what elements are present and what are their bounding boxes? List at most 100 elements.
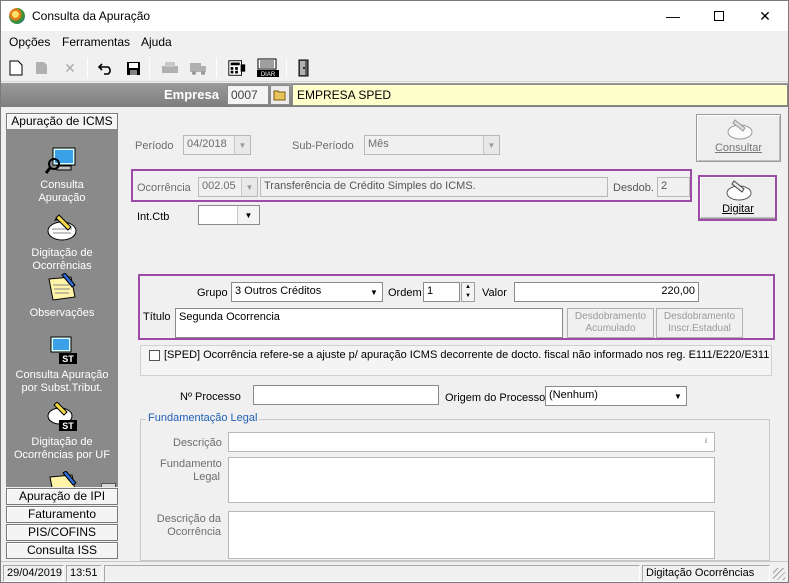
sidebar-item-label: Consulta Apuração por Subst.Tribut.: [15, 369, 109, 394]
undo-icon[interactable]: [96, 58, 116, 78]
nprocesso-label: Nº Processo: [180, 391, 241, 403]
descricao-ocorrencia-label: Descrição da Ocorrência: [156, 513, 221, 538]
subperiodo-combo[interactable]: Mês ▼: [364, 135, 500, 155]
diario-icon[interactable]: DIAR: [255, 58, 281, 78]
svg-text:ST: ST: [62, 354, 74, 364]
resize-grip-icon[interactable]: [773, 568, 785, 580]
status-bar: 29/04/2019 13:51 Digitação Ocorrências: [1, 561, 788, 582]
sidebar-item-digitacao-ocorrencias[interactable]: Digitação de Ocorrências: [6, 213, 118, 273]
sidebar-section-pis-cofins[interactable]: PIS/COFINS: [6, 524, 118, 541]
ocorrencia-code-combo[interactable]: 002.05 ▼: [198, 177, 258, 197]
digitar-button[interactable]: Digitar: [699, 176, 777, 219]
notepad-pencil-icon: [726, 180, 752, 201]
status-time: 13:51: [66, 565, 102, 582]
sidebar-item-observacoes[interactable]: Observações: [6, 273, 118, 320]
sped-checkbox[interactable]: [149, 350, 160, 361]
delete-icon[interactable]: ✕: [60, 58, 80, 78]
descricao-ocorrencia-textarea[interactable]: [228, 511, 715, 559]
sidebar-section-ipi[interactable]: Apuração de IPI: [6, 488, 118, 505]
descricao-combo[interactable]: ⭳: [228, 432, 715, 452]
consultar-button[interactable]: Consultar: [696, 114, 781, 162]
ordem-spinner[interactable]: ▲ ▼: [461, 282, 475, 302]
sidebar-header-icms[interactable]: Apuração de ICMS: [6, 113, 118, 130]
sidebar-item-consulta-subst[interactable]: ST Consulta Apuração por Subst.Tribut.: [6, 335, 118, 395]
titulo-label: Título: [143, 311, 171, 323]
save-icon[interactable]: [123, 58, 143, 78]
sidebar-item-label: Digitação de Ocorrências: [31, 247, 93, 272]
sidebar-scroll-down-icon[interactable]: ▼: [101, 483, 116, 487]
title-bar: Consulta da Apuração — ✕: [1, 1, 788, 31]
download-arrow-icon: ⭳: [698, 433, 714, 451]
maximize-button[interactable]: [696, 1, 742, 31]
sped-check-row: [SPED] Ocorrência refere-se a ajuste p/ …: [140, 345, 772, 376]
descricao-label: Descrição: [173, 437, 222, 449]
maximize-icon: [714, 11, 724, 22]
spin-up-icon[interactable]: ▲: [462, 283, 474, 292]
valor-field[interactable]: 220,00: [514, 282, 699, 302]
consultar-label: Consultar: [714, 142, 763, 154]
intctb-combo[interactable]: ▼: [198, 205, 260, 225]
status-mode: Digitação Ocorrências: [642, 565, 770, 582]
chevron-down-icon: ▼: [241, 178, 257, 196]
edit-icon[interactable]: [32, 58, 52, 78]
empresa-code-field[interactable]: 0007: [227, 85, 269, 105]
sidebar-item-label: Consulta Apuração: [38, 179, 86, 204]
desdob-label: Desdob.: [613, 182, 654, 194]
fundamento-textarea[interactable]: [228, 457, 715, 503]
chevron-down-icon: ▼: [237, 206, 259, 224]
main-form: Período 04/2018 ▼ Sub-Período Mês ▼ Cons…: [124, 109, 788, 561]
fundamentacao-title: Fundamentação Legal: [146, 412, 260, 424]
menu-opcoes[interactable]: Opções: [9, 35, 50, 49]
ordem-label: Ordem: [388, 287, 422, 299]
fundamento-label: Fundamento Legal: [160, 458, 222, 483]
close-button[interactable]: ✕: [742, 1, 788, 31]
ordem-field[interactable]: 1: [423, 282, 460, 302]
periodo-label: Período: [135, 140, 174, 152]
print-icon[interactable]: [160, 58, 180, 78]
desdob-acumulado-button[interactable]: Desdobramento Acumulado: [567, 308, 654, 338]
chevron-down-icon: ▼: [234, 136, 250, 154]
grupo-combo[interactable]: 3 Outros Créditos ▼: [231, 282, 383, 302]
sidebar-icms-panel: Consulta Apuração Digitação de Ocorrênci…: [6, 129, 118, 487]
desdob-field: 2: [657, 177, 690, 197]
notepad-st-icon: ST: [47, 402, 77, 431]
intctb-label: Int.Ctb: [137, 211, 170, 223]
grupo-value: 3 Outros Créditos: [235, 285, 322, 297]
chevron-down-icon: ▼: [366, 283, 382, 301]
svg-text:DIAR: DIAR: [261, 72, 276, 78]
empresa-name-field: EMPRESA SPED: [292, 84, 788, 106]
monitor-st-icon: ST: [50, 336, 77, 364]
main-window: Consulta da Apuração — ✕ Opções Ferramen…: [0, 0, 789, 583]
menu-ajuda[interactable]: Ajuda: [141, 35, 172, 49]
ocorrencia-code: 002.05: [202, 180, 236, 192]
periodo-combo[interactable]: 04/2018 ▼: [183, 135, 251, 155]
empresa-bar: Empresa 0007 EMPRESA SPED: [1, 83, 788, 107]
desdob-inscr-button[interactable]: Desdobramento Inscr.Estadual: [656, 308, 743, 338]
origem-combo[interactable]: (Nenhum) ▼: [545, 386, 687, 406]
valor-label: Valor: [482, 287, 507, 299]
note-pen-icon: [48, 273, 76, 301]
exit-door-icon[interactable]: [294, 58, 314, 78]
sidebar-item-consulta-apuracao[interactable]: Consulta Apuração: [6, 145, 118, 205]
monitor-search-icon: [45, 147, 76, 174]
nprocesso-field[interactable]: [253, 385, 439, 405]
sped-check-label: [SPED] Ocorrência refere-se a ajuste p/ …: [164, 349, 770, 361]
grupo-label: Grupo: [197, 287, 228, 299]
calculator-icon[interactable]: [227, 58, 247, 78]
minimize-button[interactable]: —: [650, 1, 696, 31]
sidebar-item-digitacao-uf[interactable]: ST Digitação de Ocorrências por UF: [6, 402, 118, 462]
sidebar-section-faturamento[interactable]: Faturamento: [6, 506, 118, 523]
spin-down-icon[interactable]: ▼: [462, 292, 474, 301]
new-file-icon[interactable]: [6, 58, 26, 78]
chevron-down-icon: ▼: [670, 387, 686, 405]
sidebar-item-label: Observações: [29, 307, 95, 319]
menu-ferramentas[interactable]: Ferramentas: [62, 35, 130, 49]
sidebar-section-iss[interactable]: Consulta ISS: [6, 542, 118, 559]
folder-open-icon[interactable]: [270, 85, 290, 105]
titulo-field[interactable]: Segunda Ocorrencia: [175, 308, 563, 338]
status-message: [104, 565, 640, 582]
subperiodo-label: Sub-Período: [292, 140, 354, 152]
ocorrencia-description: Transferência de Crédito Simples do ICMS…: [260, 177, 608, 197]
toolbar: ✕ DIAR: [1, 54, 788, 82]
transport-icon[interactable]: [188, 58, 208, 78]
